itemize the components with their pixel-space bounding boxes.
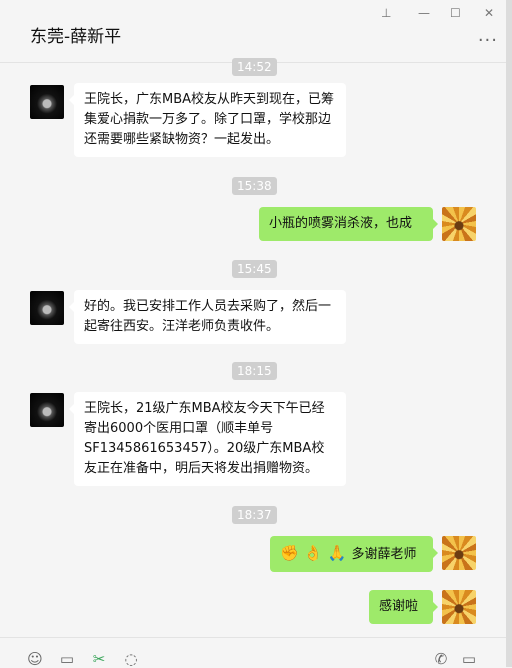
title-bar: 东莞-薛新平 ⊥ — ☐ ✕ ··· — [0, 0, 512, 62]
phone-icon[interactable]: ✆ — [432, 650, 450, 668]
message-bubble-outgoing[interactable]: 小瓶的喷雾消杀液，也成 — [259, 207, 438, 241]
minimize-icon[interactable]: — — [418, 6, 430, 20]
message-bubble-incoming[interactable]: 王院长，广东MBA校友从昨天到现在，已筹集爱心捐款一万多了。除了口罩，学校那边还… — [69, 83, 346, 157]
timestamp: 15:45 — [232, 260, 277, 278]
timestamp: 18:37 — [232, 506, 277, 524]
window-edge — [506, 0, 512, 667]
folder-icon[interactable]: ▭ — [58, 650, 76, 668]
video-call-icon[interactable]: ▭ — [460, 650, 478, 668]
emoji-icon[interactable]: ☺ — [26, 650, 44, 668]
pin-icon[interactable]: ⊥ — [381, 6, 391, 20]
chat-history-icon[interactable]: ◌ — [122, 650, 140, 668]
pray-emoji: 🙏 — [327, 544, 347, 562]
fist-emoji: ✊ — [280, 544, 299, 562]
contact-avatar[interactable] — [30, 85, 64, 119]
timestamp: 14:52 — [232, 58, 277, 76]
ok-hand-emoji: 👌 — [303, 544, 323, 562]
message-bubble-outgoing[interactable]: ✊ 👌 🙏 多谢薛老师 — [270, 536, 438, 572]
self-avatar[interactable] — [442, 536, 476, 570]
close-icon[interactable]: ✕ — [484, 6, 494, 20]
contact-avatar[interactable] — [30, 291, 64, 325]
message-bubble-incoming[interactable]: 好的。我已安排工作人员去采购了，然后一起寄往西安。汪洋老师负责收件。 — [69, 290, 346, 344]
contact-avatar[interactable] — [30, 393, 64, 427]
self-avatar[interactable] — [442, 590, 476, 624]
scissors-icon[interactable]: ✂ — [90, 650, 108, 668]
input-divider — [0, 637, 512, 638]
maximize-icon[interactable]: ☐ — [450, 6, 461, 20]
chat-title: 东莞-薛新平 — [30, 27, 122, 47]
message-text: 多谢薛老师 — [351, 547, 417, 562]
message-bubble-incoming[interactable]: 王院长，21级广东MBA校友今天下午已经寄出6000个医用口罩（顺丰单号SF13… — [69, 392, 346, 486]
more-options-icon[interactable]: ··· — [478, 30, 498, 51]
self-avatar[interactable] — [442, 207, 476, 241]
timestamp: 18:15 — [232, 362, 277, 380]
message-bubble-outgoing[interactable]: 感谢啦 — [369, 590, 438, 624]
timestamp: 15:38 — [232, 177, 277, 195]
